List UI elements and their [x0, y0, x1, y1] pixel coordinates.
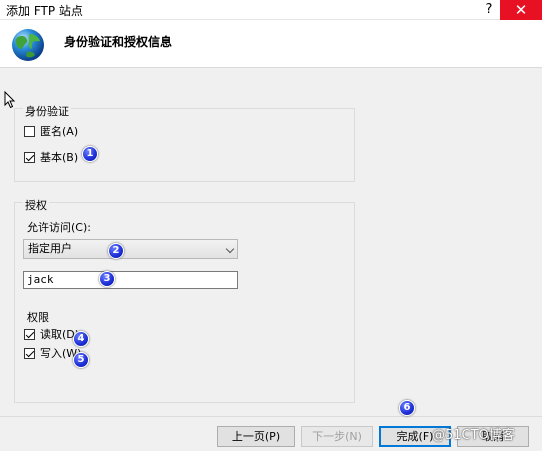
globe-icon [10, 27, 46, 63]
annotation-badge-3: 3 [99, 271, 115, 287]
window-title: 添加 FTP 站点 [6, 4, 83, 18]
write-checkbox[interactable] [24, 347, 35, 359]
annotation-badge-5: 5 [73, 352, 89, 368]
basic-label: 基本(B) [40, 151, 79, 164]
permissions-label: 权限 [27, 311, 49, 324]
help-button[interactable]: ? [478, 0, 500, 20]
allow-access-dropdown[interactable]: 指定用户 [23, 239, 238, 259]
annotation-badge-6: 6 [399, 400, 415, 416]
user-input[interactable]: jack [23, 271, 238, 289]
allow-access-label: 允许访问(C): [27, 221, 91, 234]
annotation-badge-1: 1 [82, 146, 98, 162]
watermark: @51CTO博客 [432, 428, 515, 443]
mouse-cursor-icon [4, 90, 16, 109]
close-button[interactable]: ✕ [500, 0, 542, 20]
allow-access-value: 指定用户 [28, 242, 72, 255]
next-button[interactable]: 下一步(N) [301, 426, 373, 447]
chevron-down-icon [225, 244, 235, 254]
anonymous-label: 匿名(A) [40, 125, 79, 138]
anonymous-checkbox-row[interactable]: 匿名(A) [24, 124, 78, 138]
anonymous-checkbox[interactable] [24, 125, 35, 137]
previous-button[interactable]: 上一页(P) [217, 426, 295, 447]
authentication-group [14, 108, 355, 182]
authorization-label: 授权 [23, 197, 49, 213]
basic-checkbox[interactable] [24, 151, 35, 163]
annotation-badge-2: 2 [108, 243, 124, 259]
page-title: 身份验证和授权信息 [64, 35, 173, 49]
read-checkbox[interactable] [24, 328, 35, 340]
authentication-label: 身份验证 [23, 103, 71, 119]
basic-checkbox-row[interactable]: 基本(B) [24, 150, 78, 164]
read-checkbox-row[interactable]: 读取(D) [24, 327, 79, 341]
